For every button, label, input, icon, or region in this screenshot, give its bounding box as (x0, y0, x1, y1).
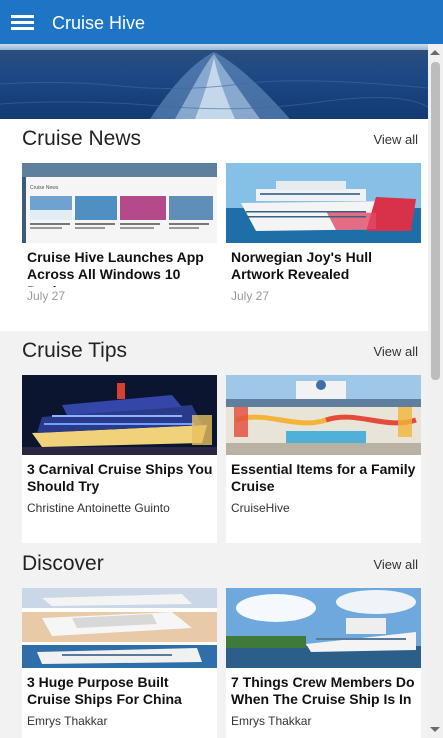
view-all-link[interactable]: View all (373, 132, 418, 147)
news-card[interactable]: Norwegian Joy's Hull Artwork Revealed Ju… (226, 163, 421, 313)
card-thumbnail (226, 588, 421, 668)
news-card[interactable]: Cruise News Cruise Hive Launches App Acr… (22, 163, 217, 313)
card-title: 7 Things Crew Members Do When The Cruise… (231, 674, 415, 710)
section-title: Cruise News (22, 127, 142, 150)
scroll-up-icon[interactable] (430, 50, 440, 55)
card-thumbnail (22, 588, 217, 668)
card-title: 3 Carnival Cruise Ships You Should Try (27, 461, 213, 494)
card-thumbnail (22, 375, 217, 455)
section-discover: Discover View all 3 Huge Purpose Built C… (0, 544, 428, 738)
card-author: Christine Antoinette Guinto (27, 501, 170, 515)
tips-card[interactable]: 3 Carnival Cruise Ships You Should Try C… (22, 375, 217, 543)
section-title: Cruise Tips (22, 339, 128, 362)
discover-card[interactable]: 7 Things Crew Members Do When The Cruise… (226, 588, 421, 738)
section-title: Discover (22, 552, 104, 575)
view-all-link[interactable]: View all (373, 344, 418, 359)
card-thumbnail (226, 375, 421, 455)
scroll-down-icon[interactable] (430, 727, 440, 732)
card-title: Cruise Hive Launches App Across All Wind… (27, 249, 204, 287)
vertical-scrollbar[interactable] (428, 44, 443, 738)
card-author: CruiseHive (231, 501, 290, 515)
section-cruise-tips: Cruise Tips View all 3 Carnival Cruise S… (0, 331, 428, 544)
card-author: Emrys Thakkar (231, 714, 312, 728)
app-header: Cruise Hive (0, 0, 443, 44)
card-title: 3 Huge Purpose Built Cruise Ships For Ch… (27, 674, 182, 710)
scroll-thumb[interactable] (431, 62, 440, 380)
card-author: Emrys Thakkar (27, 714, 108, 728)
hero-image (0, 44, 428, 119)
card-thumbnail: Cruise News (22, 163, 217, 243)
app-title: Cruise Hive (52, 13, 146, 33)
tips-card[interactable]: Essential Items for a Family Cruise Crui… (226, 375, 421, 543)
card-title: Essential Items for a Family Cruise (231, 461, 416, 494)
section-cruise-news: Cruise News View all Cruise News Cruise … (0, 119, 428, 331)
hamburger-menu-icon[interactable] (11, 15, 34, 31)
card-date: July 27 (231, 289, 270, 303)
view-all-link[interactable]: View all (373, 557, 418, 572)
card-title: Norwegian Joy's Hull Artwork Revealed (231, 249, 373, 282)
card-thumbnail (226, 163, 421, 243)
card-date: July 27 (27, 289, 66, 303)
discover-card[interactable]: 3 Huge Purpose Built Cruise Ships For Ch… (22, 588, 217, 738)
svg-text:Cruise News: Cruise News (30, 185, 59, 191)
